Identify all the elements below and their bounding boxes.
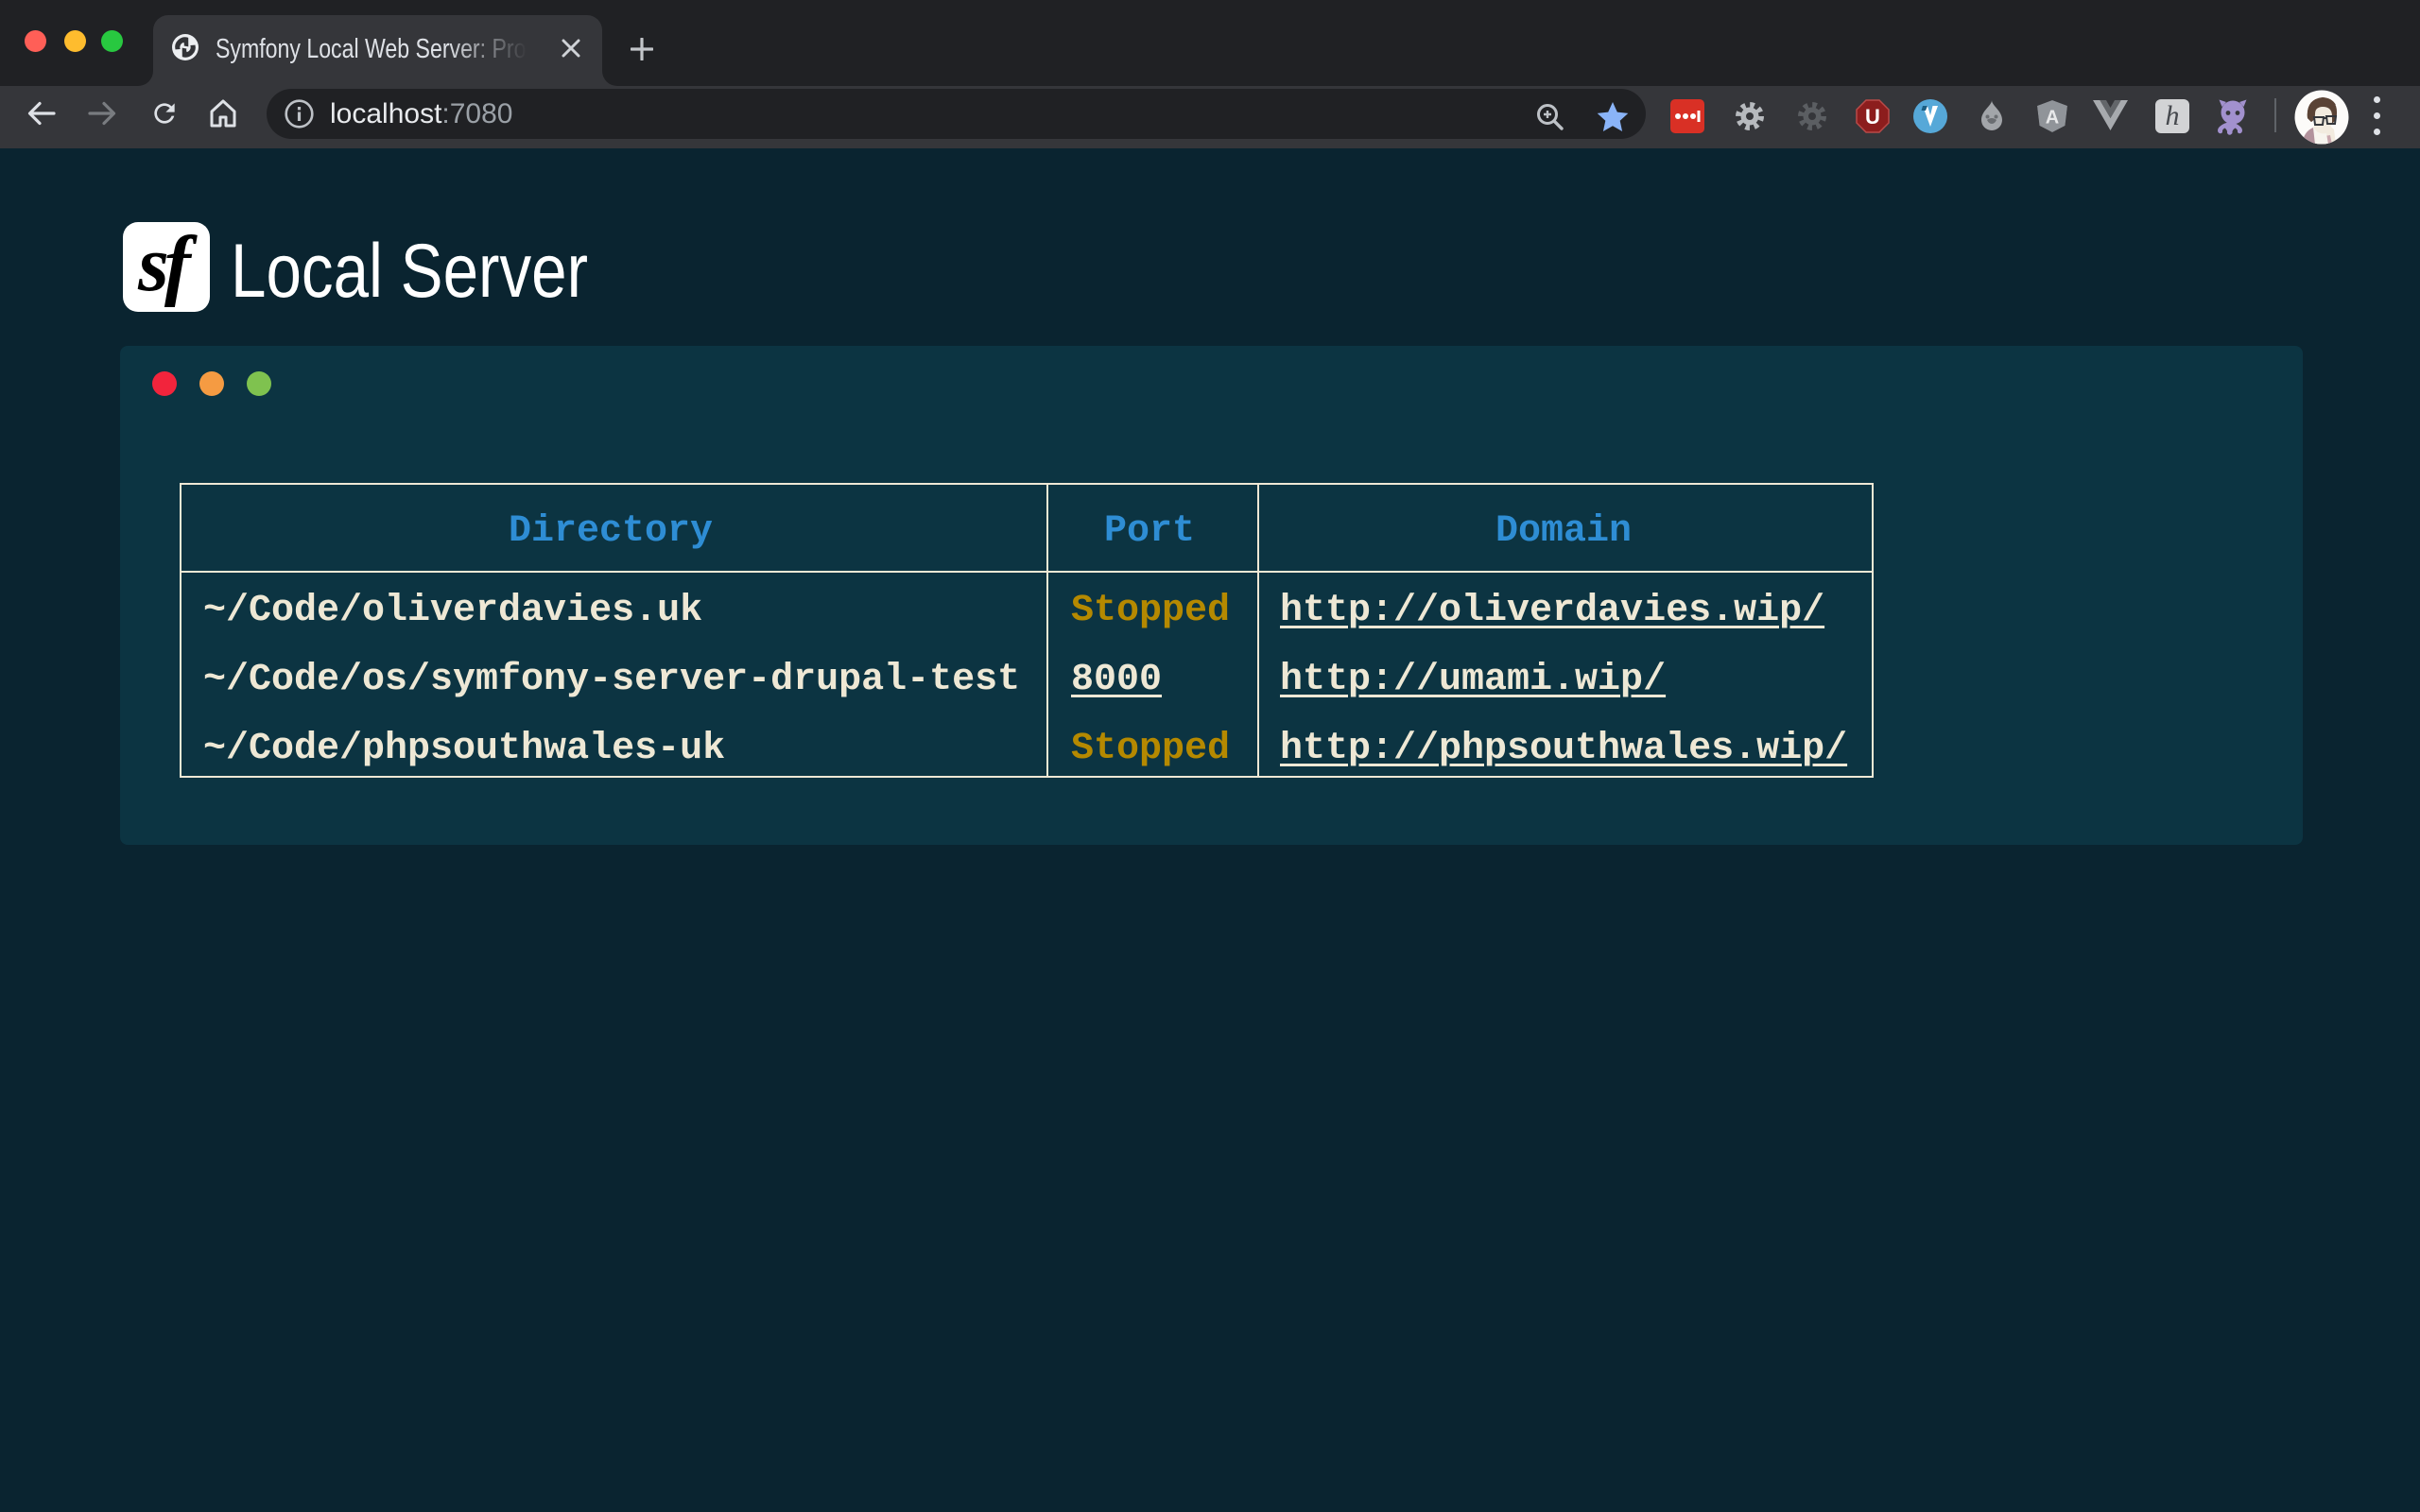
- svg-text:h: h: [2166, 100, 2180, 131]
- svg-text:U: U: [1865, 105, 1880, 129]
- svg-text:A: A: [2046, 108, 2059, 129]
- svg-text:Symfony Local Web Server: Prox: Symfony Local Web Server: Prox: [216, 34, 537, 64]
- svg-text:Local Server: Local Server: [231, 229, 588, 314]
